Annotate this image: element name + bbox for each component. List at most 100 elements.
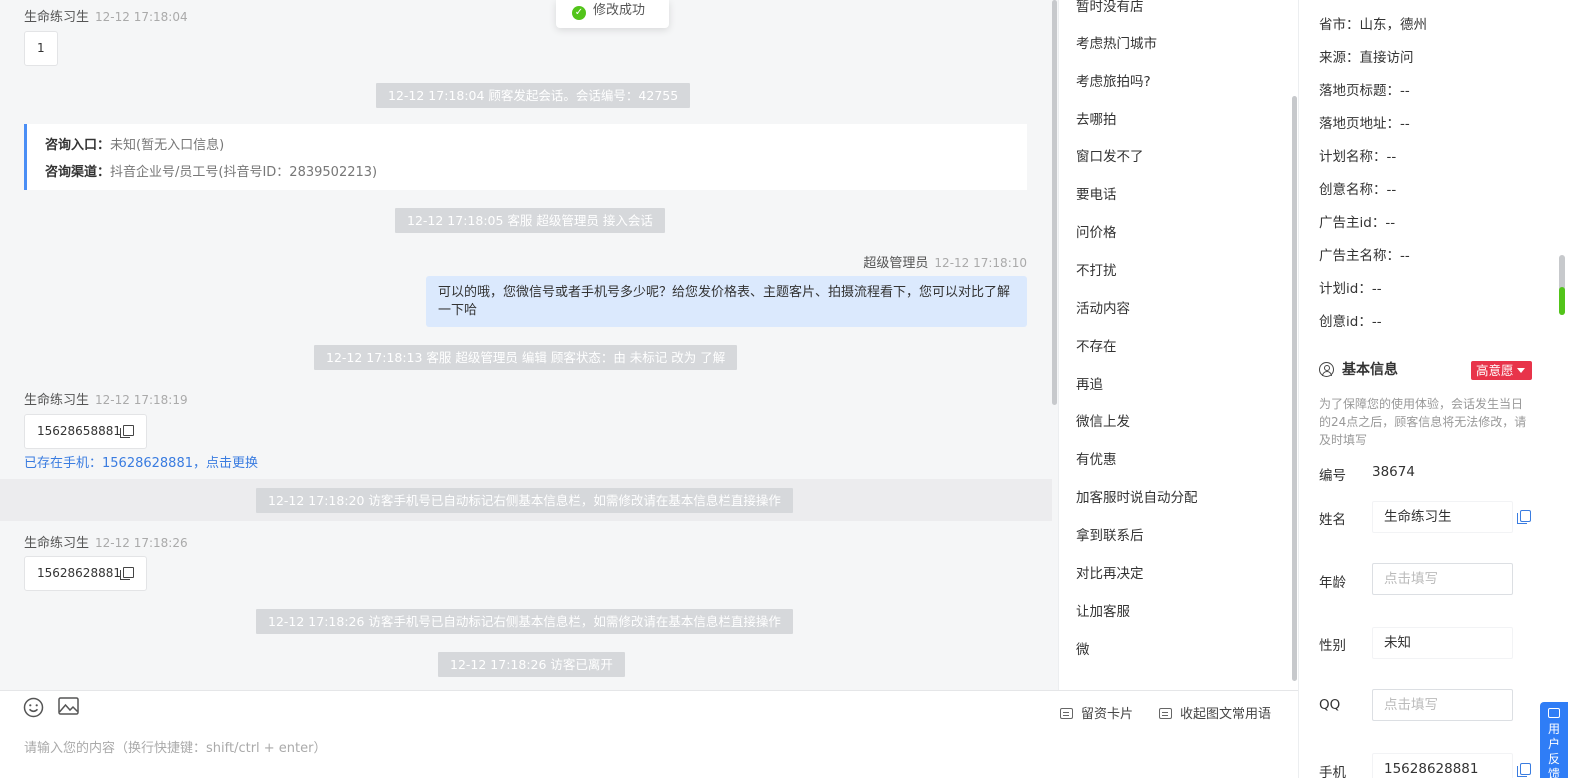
name-label: 姓名 xyxy=(1319,512,1346,528)
id-label: 编号 xyxy=(1319,468,1346,484)
toast-text: 修改成功 xyxy=(593,3,646,18)
name-field[interactable]: 生命练习生 xyxy=(1372,501,1513,533)
consult-entry-value: 未知(暂无入口信息) xyxy=(110,138,225,153)
collapse-phrases-button[interactable]: 收起图文常用语 xyxy=(1159,703,1271,722)
basic-info-title-text: 基本信息 xyxy=(1342,362,1398,378)
visitor-message: 15628628881 xyxy=(24,556,147,591)
info-advertiser-name: 广告主名称：-- xyxy=(1319,248,1410,264)
consult-channel-label: 咨询渠道： xyxy=(45,165,111,180)
quick-reply-item[interactable]: 活动内容 xyxy=(1076,297,1130,317)
chat-panel: 生命练习生 12-12 17:18:04 1 12-12 17:18:04 顾客发… xyxy=(0,0,1058,690)
info-advertiser-id: 广告主id：-- xyxy=(1319,215,1396,231)
quick-reply-item[interactable]: 再追 xyxy=(1076,373,1103,393)
success-toast: ✓ 修改成功 xyxy=(556,0,669,28)
phone-field[interactable]: 15628628881 xyxy=(1372,753,1513,778)
message-input-area: 请输入您的内容（换行快捷键：shift/ctrl + enter） 留资卡片 收… xyxy=(0,690,1298,778)
gender-field[interactable]: 未知 xyxy=(1372,627,1513,659)
quick-reply-item[interactable]: 让加客服 xyxy=(1076,600,1130,620)
message-text: 1 xyxy=(37,41,45,55)
image-icon[interactable] xyxy=(58,697,79,720)
message-header: 生命练习生 12-12 17:18:19 xyxy=(24,389,188,408)
info-landing-url: 落地页地址：-- xyxy=(1319,116,1410,132)
message-time: 12-12 17:18:26 xyxy=(95,536,188,550)
copy-icon[interactable] xyxy=(1517,763,1531,777)
quick-reply-item[interactable]: 去哪拍 xyxy=(1076,108,1117,128)
system-message: 12-12 17:18:26 访客已离开 xyxy=(438,652,625,677)
feedback-icon xyxy=(1548,708,1560,718)
info-plan-name: 计划名称：-- xyxy=(1319,149,1397,165)
sender-name: 生命练习生 xyxy=(24,536,90,551)
quick-reply-item[interactable]: 微 xyxy=(1076,638,1090,658)
user-circle-icon xyxy=(1319,362,1334,377)
info-province: 省市：山东，德州 xyxy=(1319,17,1427,33)
quick-reply-item[interactable]: 不存在 xyxy=(1076,335,1117,355)
info-scrollbar[interactable] xyxy=(1559,255,1565,315)
quick-reply-scrollbar[interactable] xyxy=(1292,96,1297,681)
system-message: 12-12 17:18:26 访客手机号已自动标记右侧基本信息栏，如需修改请在基… xyxy=(256,609,793,634)
message-header: 生命练习生 12-12 17:18:04 xyxy=(24,6,188,25)
age-label: 年龄 xyxy=(1319,575,1346,591)
agent-message-header: 超级管理员 12-12 17:18:10 xyxy=(863,252,1027,271)
quick-reply-item[interactable]: 要电话 xyxy=(1076,183,1117,203)
quick-reply-item[interactable]: 对比再决定 xyxy=(1076,562,1144,582)
system-message: 12-12 17:18:05 客服 超级管理员 接入会话 xyxy=(395,208,665,233)
copy-icon[interactable] xyxy=(119,425,134,438)
chat-scrollbar[interactable] xyxy=(1052,0,1057,405)
qq-label: QQ xyxy=(1319,697,1341,713)
user-feedback-button[interactable]: 用户反馈 xyxy=(1540,702,1568,778)
visitor-message: 1 xyxy=(24,31,58,66)
quick-reply-item[interactable]: 微信上发 xyxy=(1076,410,1130,430)
gender-label: 性别 xyxy=(1319,638,1346,654)
quick-reply-item[interactable]: 暂时没有店 xyxy=(1076,0,1144,15)
phrases-icon xyxy=(1159,708,1172,719)
consult-entry: 咨询入口：未知(暂无入口信息) xyxy=(45,135,1009,162)
caret-down-icon xyxy=(1516,368,1525,373)
lead-card-button[interactable]: 留资卡片 xyxy=(1060,703,1133,722)
quick-reply-item[interactable]: 有优惠 xyxy=(1076,448,1117,468)
quick-reply-item[interactable]: 考虑热门城市 xyxy=(1076,32,1157,52)
feedback-label: 用户反馈 xyxy=(1547,722,1560,778)
message-input[interactable]: 请输入您的内容（换行快捷键：shift/ctrl + enter） xyxy=(24,737,327,756)
id-value: 38674 xyxy=(1372,464,1415,480)
consult-channel: 咨询渠道：抖音企业号/员工号(抖音号ID：2839502213) xyxy=(45,162,1009,189)
agent-name: 超级管理员 xyxy=(863,256,929,271)
consult-entry-label: 咨询入口： xyxy=(45,138,111,153)
copy-icon[interactable] xyxy=(1517,510,1531,524)
collapse-phrases-label: 收起图文常用语 xyxy=(1180,707,1272,722)
card-icon xyxy=(1060,708,1073,719)
sender-name: 生命练习生 xyxy=(24,10,90,25)
quick-reply-panel: 暂时没有店 考虑热门城市 考虑旅拍吗? 去哪拍 窗口发不了 要电话 问价格 不打… xyxy=(1058,0,1298,690)
message-header: 生命练习生 12-12 17:18:26 xyxy=(24,532,188,551)
info-creative-id: 创意id：-- xyxy=(1319,314,1382,330)
copy-icon[interactable] xyxy=(119,567,134,580)
basic-info-title: 基本信息 xyxy=(1319,359,1398,379)
customer-info-panel: 省市：山东，德州 来源：直接访问 落地页标题：-- 落地页地址：-- 计划名称：… xyxy=(1298,0,1575,778)
intent-status-label: 高意愿 xyxy=(1476,363,1514,378)
system-message: 12-12 17:18:20 访客手机号已自动标记右侧基本信息栏，如需修改请在基… xyxy=(256,488,793,513)
visitor-message: 15628658881 xyxy=(24,414,147,449)
agent-message: 可以的哦，您微信号或者手机号多少呢？给您发价格表、主题客片、拍摄流程看下，您可以… xyxy=(426,276,1027,327)
quick-reply-item[interactable]: 不打扰 xyxy=(1076,259,1117,279)
sender-name: 生命练习生 xyxy=(24,393,90,408)
quick-reply-item[interactable]: 窗口发不了 xyxy=(1076,145,1144,165)
qq-field[interactable]: 点击填写 xyxy=(1372,689,1513,721)
age-field[interactable]: 点击填写 xyxy=(1372,563,1513,595)
quick-reply-item[interactable]: 问价格 xyxy=(1076,221,1117,241)
info-source: 来源：直接访问 xyxy=(1319,50,1414,66)
phone-label: 手机 xyxy=(1319,765,1346,778)
smile-icon[interactable] xyxy=(23,697,44,722)
system-message: 12-12 17:18:13 客服 超级管理员 编辑 顾客状态：由 未标记 改为… xyxy=(314,345,738,370)
message-text: 15628658881 xyxy=(37,424,121,438)
info-plan-id: 计划id：-- xyxy=(1319,281,1382,297)
lead-card-label: 留资卡片 xyxy=(1081,707,1134,722)
message-text: 15628628881 xyxy=(37,566,121,580)
info-landing-title: 落地页标题：-- xyxy=(1319,83,1410,99)
quick-reply-item[interactable]: 拿到联系后 xyxy=(1076,524,1144,544)
system-message: 12-12 17:18:04 顾客发起会话。会话编号：42755 xyxy=(376,83,691,108)
intent-status-dropdown[interactable]: 高意愿 xyxy=(1471,361,1532,380)
quick-reply-item[interactable]: 考虑旅拍吗? xyxy=(1076,70,1151,90)
info-creative-name: 创意名称：-- xyxy=(1319,182,1397,198)
quick-reply-item[interactable]: 加客服时说自动分配 xyxy=(1076,486,1198,506)
consult-info-card: 咨询入口：未知(暂无入口信息) 咨询渠道：抖音企业号/员工号(抖音号ID：283… xyxy=(24,124,1027,190)
change-phone-link[interactable]: 已存在手机：15628628881，点击更换 xyxy=(24,452,258,471)
